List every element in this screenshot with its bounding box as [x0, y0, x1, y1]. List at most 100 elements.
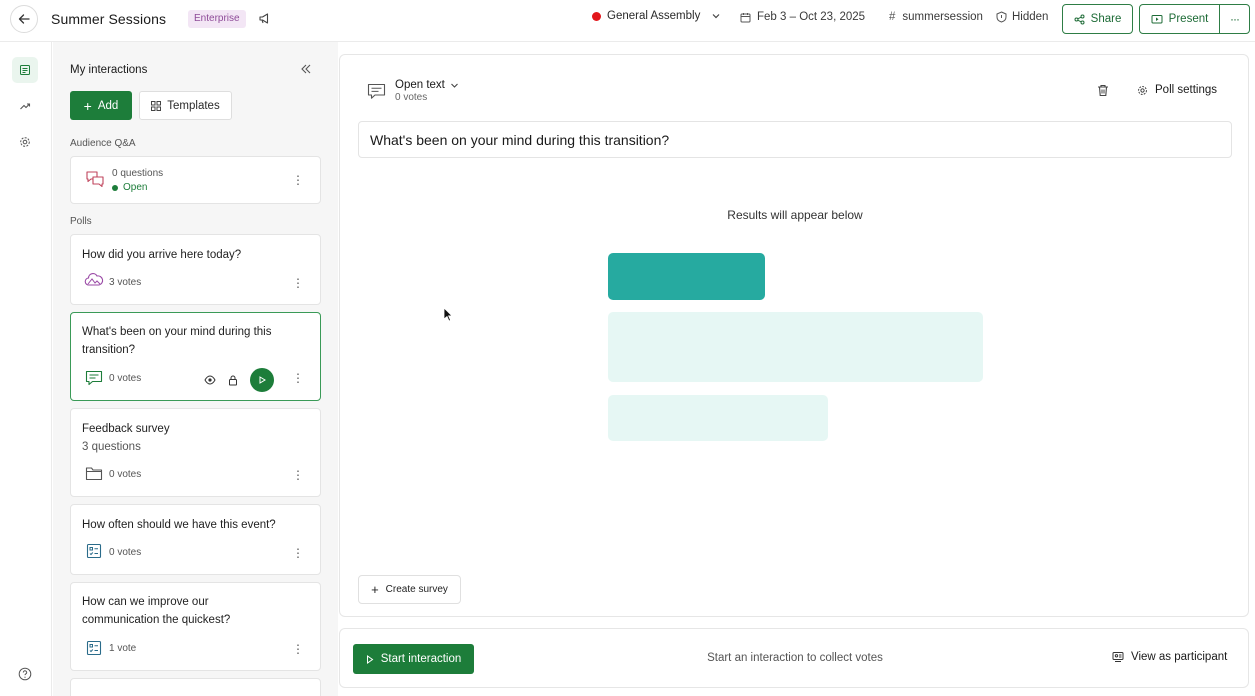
results-skeleton-bar	[608, 312, 983, 382]
poll-card[interactable]: Feedback survey 3 questions 0 votes ⋮	[70, 408, 321, 497]
interactions-panel: My interactions + Add Templates Audience…	[53, 42, 338, 696]
start-poll-button[interactable]	[250, 368, 274, 392]
qa-menu-button[interactable]: ⋮	[292, 174, 304, 186]
interaction-footer: Start interaction Start an interaction t…	[339, 628, 1249, 688]
more-horizontal-icon: ···	[1230, 12, 1240, 26]
poll-card[interactable]: How can we improve our communication the…	[70, 582, 321, 671]
poll-menu-button[interactable]: ⋮	[292, 547, 304, 559]
present-icon	[1151, 14, 1163, 23]
participant-view-icon	[1112, 652, 1124, 662]
shield-icon	[996, 11, 1007, 23]
view-as-participant-button[interactable]: View as participant	[1112, 651, 1227, 663]
poll-menu-button[interactable]: ⋮	[292, 277, 304, 289]
results-skeleton-bar	[608, 395, 828, 441]
plus-icon: +	[83, 97, 92, 114]
list-icon	[20, 65, 30, 75]
poll-menu-button[interactable]: ⋮	[292, 469, 304, 481]
poll-title: How did you arrive here today?	[82, 249, 242, 261]
folder-icon	[85, 467, 103, 481]
event-title[interactable]: Summer Sessions	[51, 11, 166, 27]
dates-text: Feb 3 – Oct 23, 2025	[757, 11, 866, 23]
poll-title: Feedback survey	[82, 423, 170, 435]
qa-status-text: Open	[123, 182, 148, 193]
arrow-left-icon	[18, 14, 30, 24]
hash-icon: #	[889, 11, 896, 23]
open-text-icon	[85, 370, 103, 386]
poll-actions	[204, 368, 274, 392]
rail-analytics-button[interactable]	[12, 93, 38, 119]
results-placeholder: Results will appear below	[727, 208, 863, 222]
workspace-name: General Assembly	[607, 10, 701, 22]
poll-votes: 1 vote	[109, 643, 137, 654]
poll-card[interactable]: How did you arrive here today? 3 votes ⋮	[70, 234, 321, 305]
chevron-down-icon	[712, 14, 720, 19]
event-dates[interactable]: Feb 3 – Oct 23, 2025	[740, 11, 865, 23]
question-input[interactable]: What's been on your mind during this tra…	[358, 121, 1232, 158]
qa-section-label: Audience Q&A	[70, 138, 136, 149]
poll-type-selector[interactable]: Open text 0 votes	[367, 79, 459, 103]
code-text: summersession	[902, 11, 983, 23]
poll-type-votes: 0 votes	[395, 92, 428, 103]
view-as-participant-label: View as participant	[1131, 651, 1228, 663]
rail-interactions-button[interactable]	[12, 57, 38, 83]
poll-votes: 3 votes	[109, 277, 142, 288]
poll-menu-button[interactable]: ⋮	[292, 643, 304, 655]
present-label: Present	[1168, 13, 1209, 25]
poll-votes: 0 votes	[109, 547, 142, 558]
status-dot	[112, 184, 118, 191]
lock-icon[interactable]	[228, 375, 238, 386]
add-label: Add	[97, 99, 119, 112]
trend-up-icon	[20, 103, 31, 110]
calendar-icon	[740, 12, 751, 22]
panel-title: My interactions	[70, 64, 148, 76]
poll-editor: Open text 0 votes Poll settings What's b…	[339, 54, 1249, 617]
present-button[interactable]: Present	[1140, 5, 1220, 33]
eye-icon[interactable]	[204, 375, 216, 385]
plan-badge: Enterprise	[188, 10, 246, 28]
poll-title: What's been on your mind during this tra…	[82, 326, 272, 356]
templates-button[interactable]: Templates	[139, 91, 232, 120]
templates-label: Templates	[167, 99, 220, 112]
trash-icon[interactable]	[1097, 84, 1109, 97]
share-label: Share	[1090, 13, 1122, 25]
qa-count: 0 questions	[112, 168, 164, 179]
play-icon	[259, 376, 266, 384]
poll-settings-button[interactable]: Poll settings	[1137, 84, 1217, 96]
poll-votes: 0 votes	[109, 469, 142, 480]
poll-subtitle: 3 questions	[82, 441, 141, 453]
collapse-icon[interactable]	[299, 62, 313, 76]
live-dot-icon	[592, 11, 601, 21]
visibility-status[interactable]: Hidden	[996, 11, 1048, 23]
workspace-selector[interactable]: General Assembly	[592, 10, 721, 22]
present-more-button[interactable]: ···	[1220, 5, 1249, 33]
poll-settings-label: Poll settings	[1155, 84, 1218, 96]
poll-type-name: Open text	[395, 79, 459, 91]
poll-title: How can we improve our communication the…	[82, 596, 231, 626]
word-cloud-icon	[84, 273, 104, 286]
qa-chat-icon	[86, 171, 104, 188]
share-button[interactable]: Share	[1062, 4, 1133, 34]
visibility-text: Hidden	[1012, 11, 1049, 23]
add-button[interactable]: + Add	[70, 91, 132, 120]
poll-card-selected[interactable]: What's been on your mind during this tra…	[70, 312, 321, 401]
megaphone-icon[interactable]	[258, 12, 271, 25]
help-button[interactable]	[12, 661, 38, 687]
polls-section-label: Polls	[70, 216, 92, 227]
poll-card-partial[interactable]	[70, 678, 321, 696]
qa-status: Open	[112, 182, 147, 193]
share-icon	[1074, 14, 1085, 24]
poll-menu-button[interactable]: ⋮	[292, 372, 304, 384]
back-button[interactable]	[10, 5, 38, 33]
chevron-down-icon	[450, 83, 458, 88]
rail-settings-button[interactable]	[12, 129, 38, 155]
qa-card[interactable]: 0 questions Open ⋮	[70, 156, 321, 204]
mouse-cursor-icon	[443, 307, 453, 322]
create-survey-button[interactable]: + Create survey	[358, 575, 461, 604]
event-code[interactable]: # summersession	[889, 11, 983, 23]
present-button-group: Present ···	[1139, 4, 1250, 34]
create-survey-label: Create survey	[385, 584, 448, 595]
poll-card[interactable]: How often should we have this event? 0 v…	[70, 504, 321, 575]
multiple-choice-icon	[86, 640, 102, 656]
poll-title: How often should we have this event?	[82, 519, 276, 531]
plus-icon: +	[371, 581, 379, 597]
